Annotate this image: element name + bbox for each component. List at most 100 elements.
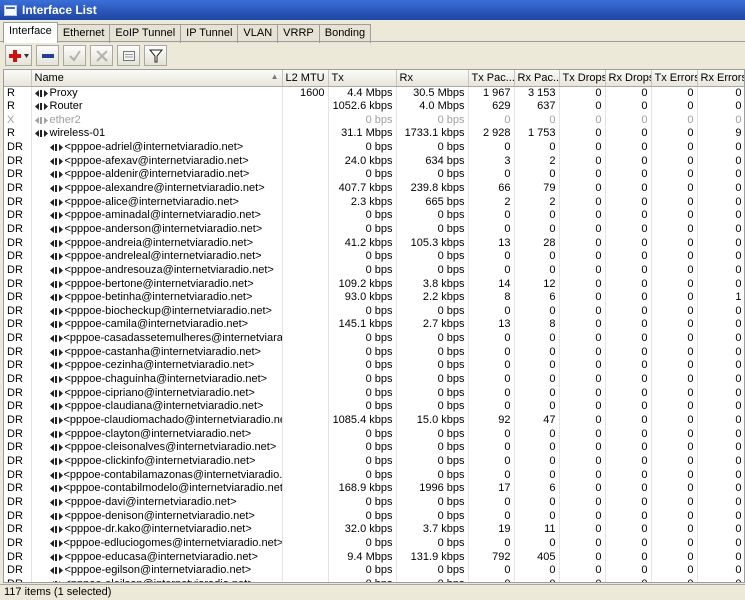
cell-rx-errors: 0 xyxy=(697,249,744,264)
cell-rx-drops: 0 xyxy=(605,536,652,551)
table-row[interactable]: DR <pppoe-educasa@internetviaradio.net> 9.… xyxy=(4,550,744,564)
table-row[interactable]: DR <pppoe-cleisonalves@internetviaradio.n… xyxy=(4,441,744,455)
table-row[interactable]: R Proxy 1600 4.4 Mbps 30.5 Mbps 1 967 3 153 0 0 0… xyxy=(4,86,744,100)
table-row[interactable]: DR <pppoe-claudiana@internetviaradio.net>… xyxy=(4,400,744,414)
enable-button[interactable] xyxy=(63,45,86,66)
table-row[interactable]: DR <pppoe-contabilamazonas@internetviarad… xyxy=(4,468,744,483)
window-titlebar[interactable]: Interface List xyxy=(0,0,745,20)
cell-tx-errors: 0 xyxy=(651,126,698,141)
col-rx[interactable]: Rx xyxy=(396,70,469,87)
table-row[interactable]: DR <pppoe-denison@internetviaradio.net> 0 … xyxy=(4,509,744,523)
cell-tx: 0 bps xyxy=(328,468,397,483)
table-row[interactable]: DR <pppoe-clayton@internetviaradio.net> 0 … xyxy=(4,427,744,442)
table-row[interactable]: Xether2 0 bps 0 bps 0 0 0 0 0 0 xyxy=(4,113,744,127)
table-row[interactable]: DR <pppoe-afexav@internetviaradio.net> 24.… xyxy=(4,154,744,168)
table-row[interactable]: DR <pppoe-egilson@internetviaradio.net> 0 … xyxy=(4,563,744,578)
cell-flags: DR xyxy=(4,140,32,155)
tab-interface[interactable]: Interface xyxy=(3,22,58,43)
filter-button[interactable] xyxy=(144,45,167,66)
table-row[interactable]: DR <pppoe-betinha@internetviaradio.net> 93… xyxy=(4,290,744,305)
cell-l2mtu xyxy=(282,154,329,168)
cell-tx-packets: 17 xyxy=(468,482,515,496)
table-row[interactable]: DR <pppoe-clickinfo@internetviaradio.net>… xyxy=(4,454,744,469)
cell-tx-errors: 0 xyxy=(651,277,698,291)
table-row[interactable]: DR <pppoe-adriel@internetviaradio.net> 0 b… xyxy=(4,140,744,155)
cell-flags: DR xyxy=(4,222,32,237)
interface-table[interactable]: Name ▲ L2 MTU Tx Rx Tx Pac... Rx Pac... T… xyxy=(3,69,745,583)
table-row[interactable]: DR <pppoe-chaguinha@internetviaradio.net>… xyxy=(4,372,744,387)
cell-tx: 0 bps xyxy=(328,249,397,264)
table-row[interactable]: DR <pppoe-dr.kako@internetviaradio.net> 32… xyxy=(4,523,744,537)
col-tx-errors[interactable]: Tx Errors xyxy=(651,70,698,87)
cell-name: Proxy xyxy=(31,86,283,100)
cell-tx-errors: 0 xyxy=(651,523,698,537)
table-row[interactable]: DR <pppoe-claudiomachado@internetviaradio… xyxy=(4,413,744,428)
comment-button[interactable] xyxy=(117,45,140,66)
table-row[interactable]: R Router 1052.6 kbps 4.0 Mbps 629 637 0 0 0 0 xyxy=(4,99,744,114)
cell-rx-drops: 0 xyxy=(605,468,652,483)
cell-rx-drops: 0 xyxy=(605,222,652,237)
cell-rx-errors: 0 xyxy=(697,140,744,155)
cell-rx: 665 bps xyxy=(396,195,469,209)
cell-tx-packets: 0 xyxy=(468,441,515,455)
cell-rx-errors: 0 xyxy=(697,359,744,373)
cell-l2mtu: 1600 xyxy=(282,86,329,100)
disable-button[interactable] xyxy=(90,45,113,66)
table-row[interactable]: DR <pppoe-alice@internetviaradio.net> 2.3 … xyxy=(4,195,744,209)
table-row[interactable]: DR <pppoe-andreia@internetviaradio.net> 41… xyxy=(4,236,744,250)
table-row[interactable]: DR <pppoe-contabilmodelo@internetviaradio… xyxy=(4,482,744,496)
table-row[interactable]: DR <pppoe-biocheckup@internetviaradio.net… xyxy=(4,304,744,319)
cell-rx-drops: 0 xyxy=(605,181,652,196)
table-row[interactable]: DR <pppoe-cezinha@internetviaradio.net> 0 … xyxy=(4,359,744,373)
col-tx-drops[interactable]: Tx Drops xyxy=(559,70,606,87)
table-row[interactable]: DR <pppoe-andresouza@internetviaradio.net… xyxy=(4,263,744,278)
cell-tx: 0 bps xyxy=(328,454,397,469)
table-row[interactable]: DR <pppoe-aminadal@internetviaradio.net> 0… xyxy=(4,208,744,223)
cell-tx: 0 bps xyxy=(328,222,397,237)
cell-rx-errors: 0 xyxy=(697,263,744,278)
table-row[interactable]: DR <pppoe-bertone@internetviaradio.net> 10… xyxy=(4,277,744,291)
table-row[interactable]: DR <pppoe-alexandre@internetviaradio.net>… xyxy=(4,181,744,196)
col-name[interactable]: Name ▲ xyxy=(31,70,283,87)
cell-tx-packets: 0 xyxy=(468,372,515,387)
cell-rx-drops: 0 xyxy=(605,359,652,373)
table-row[interactable]: Rwireless-01 31.1 Mbps 1733.1 kbps 2 928 1 7… xyxy=(4,126,744,141)
col-rx-errors[interactable]: Rx Errors xyxy=(697,70,744,87)
cell-tx: 0 bps xyxy=(328,536,397,551)
table-row[interactable]: DR <pppoe-edluciogomes@internetviaradio.n… xyxy=(4,536,744,551)
col-l2mtu[interactable]: L2 MTU xyxy=(282,70,329,87)
add-button[interactable] xyxy=(5,45,32,66)
col-flags[interactable] xyxy=(4,70,32,87)
col-rx-drops[interactable]: Rx Drops xyxy=(605,70,652,87)
cell-tx: 0 bps xyxy=(328,495,397,510)
cell-tx-drops: 0 xyxy=(559,113,606,127)
col-tx[interactable]: Tx xyxy=(328,70,397,87)
table-row[interactable]: DR <pppoe-davi@internetviaradio.net> 0 bps… xyxy=(4,495,744,510)
interface-icon xyxy=(49,524,64,536)
cell-rx-packets: 0 xyxy=(514,140,560,155)
cell-l2mtu xyxy=(282,482,329,496)
cell-name: Router xyxy=(31,99,283,114)
cell-tx-drops: 0 xyxy=(559,167,606,182)
interface-name: Proxy xyxy=(49,86,78,99)
table-header: Name ▲ L2 MTU Tx Rx Tx Pac... Rx Pac... T… xyxy=(4,70,744,87)
table-row[interactable]: DR <pppoe-eleilson@internetviaradio.net> 0… xyxy=(4,577,744,582)
table-row[interactable]: DR <pppoe-cipriano@internetviaradio.net> 0… xyxy=(4,386,744,401)
cell-name: <pppoe-betinha@internetviaradio.net> xyxy=(31,290,283,305)
cell-name: <pppoe-casadassetemulheres@internetviara… xyxy=(31,331,283,346)
cell-rx-errors: 0 xyxy=(697,523,744,537)
table-row[interactable]: DR <pppoe-casadassetemulheres@internetvia… xyxy=(4,331,744,346)
table-row[interactable]: DR <pppoe-andreleal@internetviaradio.net>… xyxy=(4,249,744,264)
table-row[interactable]: DR <pppoe-aldenir@internetviaradio.net> 0 … xyxy=(4,167,744,182)
table-row[interactable]: DR <pppoe-anderson@internetviaradio.net> 0… xyxy=(4,222,744,237)
cell-rx-packets: 0 xyxy=(514,536,560,551)
cell-rx-drops: 0 xyxy=(605,86,652,100)
col-tx-packets[interactable]: Tx Pac... xyxy=(468,70,515,87)
cell-rx: 0 bps xyxy=(396,249,469,264)
col-rx-packets[interactable]: Rx Pac... xyxy=(514,70,560,87)
table-row[interactable]: DR <pppoe-castanha@internetviaradio.net> 0… xyxy=(4,345,744,360)
table-row[interactable]: DR <pppoe-camila@internetviaradio.net> 145… xyxy=(4,318,744,332)
cell-rx: 0 bps xyxy=(396,331,469,346)
interface-name: <pppoe-cipriano@internetviaradio.net> xyxy=(64,386,255,399)
remove-button[interactable] xyxy=(36,45,59,66)
